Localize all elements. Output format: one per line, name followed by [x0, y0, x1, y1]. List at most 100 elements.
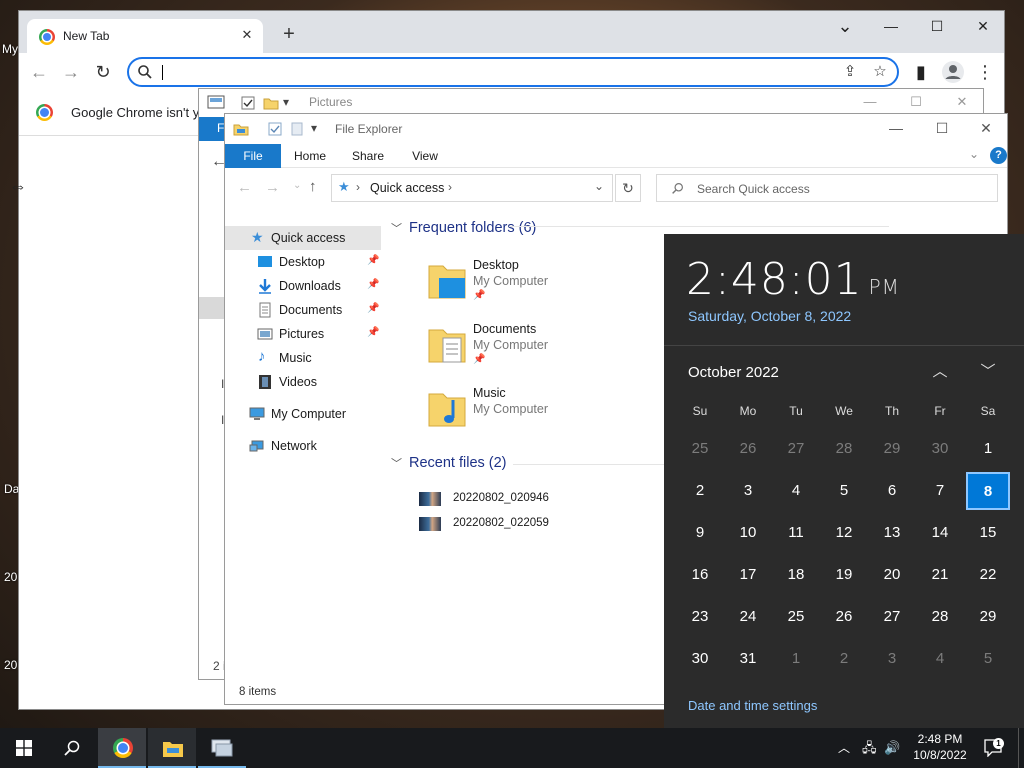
recent-locations-chevron-icon[interactable]: ⌄ [293, 180, 301, 191]
chrome-menu-icon[interactable]: ⋮ [973, 61, 997, 85]
calendar-day[interactable]: 10 [724, 512, 772, 554]
calendar-day[interactable]: 28 [820, 428, 868, 470]
calendar-day[interactable]: 6 [868, 470, 916, 512]
properties-check-icon[interactable] [241, 96, 255, 110]
chrome-tab[interactable]: New Tab ✕ [27, 19, 263, 53]
network-status-icon[interactable]: 🖧 [862, 728, 882, 768]
next-month-chevron-down-icon[interactable]: ﹀ [972, 358, 1004, 386]
search-button[interactable] [48, 728, 96, 768]
calendar-day[interactable]: 26 [724, 428, 772, 470]
calendar-day[interactable]: 27 [772, 428, 820, 470]
breadcrumb[interactable]: Quick access [370, 181, 444, 195]
maximize-button[interactable]: ☐ [919, 114, 965, 144]
calendar-day[interactable]: 30 [676, 638, 724, 680]
up-arrow-icon[interactable]: ↑ [309, 178, 317, 195]
address-bar-input[interactable]: ⇪ ☆ [127, 57, 899, 87]
address-bar[interactable]: ★ › Quick access › ⌄ [331, 174, 613, 202]
folder-tile-documents[interactable]: Documents My Computer 📌 [425, 318, 665, 378]
calendar-day[interactable]: 2 [676, 470, 724, 512]
calendar-day[interactable]: 19 [820, 554, 868, 596]
calendar-day[interactable]: 7 [916, 470, 964, 512]
expand-ribbon-chevron-icon[interactable]: ⌄ [969, 147, 979, 161]
new-document-icon[interactable] [289, 121, 305, 137]
calendar-day[interactable]: 29 [868, 428, 916, 470]
calendar-day[interactable]: 23 [676, 596, 724, 638]
bookmark-star-icon[interactable]: ☆ [869, 62, 891, 82]
forward-arrow-icon[interactable]: → [59, 61, 83, 85]
calendar-day[interactable]: 25 [676, 428, 724, 470]
calendar-day[interactable]: 3 [868, 638, 916, 680]
profile-avatar-icon[interactable] [941, 60, 965, 84]
sidebar-item-documents[interactable]: Documents 📌 [225, 298, 383, 322]
selected-nav-item[interactable] [199, 297, 225, 319]
calendar-day[interactable]: 17 [724, 554, 772, 596]
calendar-day[interactable]: 3 [724, 470, 772, 512]
calendar-day[interactable]: 5 [964, 638, 1012, 680]
desktop-icon-label[interactable]: 20 [4, 658, 17, 672]
folder-tile-music[interactable]: Music My Computer [425, 382, 665, 442]
calendar-day[interactable]: 22 [964, 554, 1012, 596]
calendar-day[interactable]: 26 [820, 596, 868, 638]
calendar-day[interactable]: 24 [724, 596, 772, 638]
new-folder-icon[interactable] [263, 95, 279, 111]
back-arrow-icon[interactable]: ← [27, 61, 51, 85]
sidebar-item-videos[interactable]: Videos [225, 370, 383, 394]
refresh-button[interactable]: ↻ [615, 174, 641, 202]
calendar-day[interactable]: 15 [964, 512, 1012, 554]
sidebar-item-network[interactable]: Network [225, 434, 383, 458]
tab-file[interactable]: File [225, 144, 281, 168]
show-desktop-button[interactable] [1018, 728, 1024, 768]
help-icon[interactable]: ? [990, 147, 1007, 164]
calendar-day[interactable]: 12 [820, 512, 868, 554]
volume-icon[interactable]: 🔊 [884, 728, 904, 768]
calendar-day[interactable]: 5 [820, 470, 868, 512]
close-window-button[interactable]: ✕ [960, 11, 1006, 43]
reload-icon[interactable]: ↻ [91, 61, 115, 85]
show-hidden-icons-chevron-icon[interactable]: ︿ [838, 728, 856, 768]
frequent-folders-header[interactable]: ﹀ Frequent folders (6) [391, 220, 536, 236]
action-center-button[interactable]: 1 [982, 728, 1006, 768]
sidebar-item-pictures[interactable]: Pictures 📌 [225, 322, 383, 346]
taskbar-chrome-button[interactable] [98, 728, 146, 768]
calendar-day[interactable]: 30 [916, 428, 964, 470]
back-arrow-icon[interactable]: ← [237, 179, 252, 196]
explorer-titlebar[interactable]: ▾ File Explorer — ☐ ✕ [225, 114, 1007, 144]
calendar-day[interactable]: 29 [964, 596, 1012, 638]
sidebar-item-my-computer[interactable]: My Computer [225, 402, 383, 426]
recent-files-header[interactable]: ﹀ Recent files (2) [391, 455, 513, 471]
calendar-day[interactable]: 13 [868, 512, 916, 554]
long-date-link[interactable]: Saturday, October 8, 2022 [688, 308, 851, 324]
calendar-day[interactable]: 21 [916, 554, 964, 596]
forward-arrow-icon[interactable]: → [265, 179, 280, 196]
calendar-day[interactable]: 14 [916, 512, 964, 554]
desktop-icon-label[interactable]: My [2, 42, 18, 56]
tab-search-dropdown-icon[interactable]: ⌄ [822, 11, 868, 43]
address-dropdown-chevron-icon[interactable]: ⌄ [594, 179, 604, 193]
side-panel-icon[interactable]: ▮ [909, 61, 933, 85]
maximize-button[interactable]: ☐ [914, 11, 960, 43]
folder-tile-desktop[interactable]: Desktop My Computer 📌 [425, 254, 665, 314]
calendar-day[interactable]: 9 [676, 512, 724, 554]
tab-share[interactable]: Share [347, 144, 389, 168]
calendar-day[interactable]: 11 [772, 512, 820, 554]
calendar-month-label[interactable]: October 2022 [688, 364, 779, 381]
quick-access-dropdown-icon[interactable]: ▾ [283, 95, 289, 109]
calendar-day-selected[interactable]: 8 [966, 472, 1010, 510]
close-tab-icon[interactable]: ✕ [237, 25, 257, 45]
sidebar-item-music[interactable]: ♪ Music [225, 346, 383, 370]
desktop-icon-label[interactable]: 20 [4, 570, 17, 584]
taskbar-file-explorer-button[interactable] [148, 728, 196, 768]
calendar-day[interactable]: 25 [772, 596, 820, 638]
share-icon[interactable]: ⇪ [839, 62, 861, 82]
taskbar-clock[interactable]: 2:48 PM 10/8/2022 [908, 728, 972, 768]
close-window-button[interactable]: ✕ [963, 114, 1009, 144]
calendar-day[interactable]: 16 [676, 554, 724, 596]
properties-check-icon[interactable] [267, 121, 283, 137]
calendar-day[interactable]: 28 [916, 596, 964, 638]
calendar-day[interactable]: 1 [772, 638, 820, 680]
minimize-button[interactable]: — [873, 114, 919, 144]
sidebar-item-desktop[interactable]: Desktop 📌 [225, 250, 383, 274]
calendar-day[interactable]: 1 [964, 428, 1012, 470]
search-input[interactable]: Search Quick access [656, 174, 998, 202]
minimize-button[interactable]: — [868, 11, 914, 43]
